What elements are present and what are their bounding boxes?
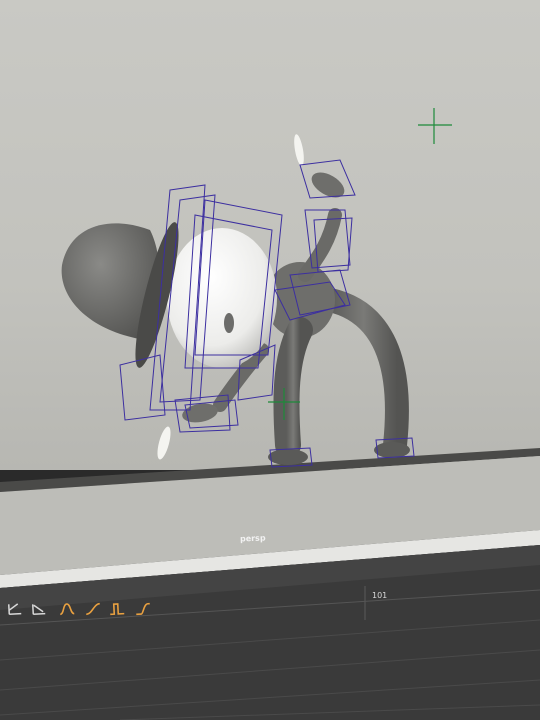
character-back-foot [374, 442, 410, 458]
spline-tangent-icon[interactable] [58, 600, 77, 619]
linear-tangent-icon[interactable] [84, 600, 103, 619]
camera-label: persp [239, 533, 266, 544]
character-eye [224, 313, 234, 333]
current-frame-label: 101 [372, 591, 388, 600]
perspective-viewport[interactable] [0, 0, 540, 720]
flat-tangent-icon[interactable] [134, 600, 153, 619]
key-tangent-icon[interactable] [6, 600, 25, 619]
character-front-foot [268, 449, 308, 465]
character-front-leg [273, 317, 313, 458]
key-tangent-alt-icon[interactable] [30, 600, 49, 619]
stepped-tangent-icon[interactable] [108, 600, 127, 619]
